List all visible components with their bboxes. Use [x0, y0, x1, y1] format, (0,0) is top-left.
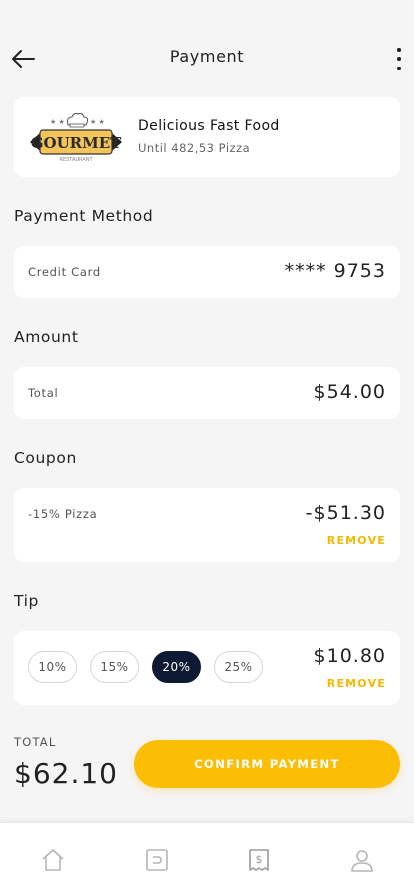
- restaurant-card[interactable]: ★ ★ ★ ★ GOURMET RESTAURANT Delicious Fas…: [14, 97, 400, 177]
- page-title: Payment: [169, 47, 245, 66]
- more-options-button[interactable]: [394, 46, 404, 72]
- more-dot: [397, 48, 401, 52]
- home-icon[interactable]: [40, 847, 66, 873]
- payment-method-heading: Payment Method: [14, 207, 154, 225]
- confirm-payment-button[interactable]: CONFIRM PAYMENT: [134, 740, 400, 788]
- coupon-card: -15% Pizza -$51.30 REMOVE: [14, 488, 400, 562]
- amount-value: $54.00: [313, 381, 386, 403]
- amount-row-label: Total: [28, 386, 59, 400]
- more-dot: [397, 66, 401, 70]
- tip-option-15[interactable]: 15%: [90, 651, 139, 683]
- profile-icon[interactable]: [349, 847, 375, 873]
- coupon-heading: Coupon: [14, 449, 77, 467]
- logo-subtext: RESTAURANT: [59, 157, 93, 163]
- svg-text:★ ★: ★ ★: [90, 118, 105, 126]
- card-number: **** 9753: [284, 260, 386, 282]
- tip-heading: Tip: [14, 592, 39, 610]
- logo-text: GOURMET: [31, 134, 122, 152]
- tab-bar: $: [0, 822, 414, 896]
- receipt-icon[interactable]: $: [246, 847, 272, 873]
- coupon-remove-button[interactable]: REMOVE: [327, 534, 386, 547]
- restaurant-subtitle: Until 482,53 Pizza: [138, 141, 251, 155]
- tip-card: 10% 15% 20% 25% $10.80 REMOVE: [14, 631, 400, 705]
- tip-remove-button[interactable]: REMOVE: [327, 677, 386, 690]
- payment-type-label: Credit Card: [28, 265, 101, 279]
- payment-method-card[interactable]: Credit Card **** 9753: [14, 246, 400, 298]
- coupon-row-label: -15% Pizza: [28, 507, 98, 521]
- tip-option-20[interactable]: 20%: [152, 651, 201, 683]
- amount-card: Total $54.00: [14, 367, 400, 419]
- total-value: $62.10: [14, 757, 118, 790]
- restaurant-logo: ★ ★ ★ ★ GOURMET RESTAURANT: [28, 109, 124, 165]
- more-dot: [397, 57, 401, 61]
- wallet-icon[interactable]: [144, 847, 170, 873]
- coupon-value: -$51.30: [305, 502, 386, 524]
- tip-option-25[interactable]: 25%: [214, 651, 263, 683]
- svg-text:$: $: [256, 853, 263, 866]
- tip-option-10[interactable]: 10%: [28, 651, 77, 683]
- tip-value: $10.80: [313, 645, 386, 667]
- svg-text:★ ★: ★ ★: [50, 118, 65, 126]
- amount-heading: Amount: [14, 328, 79, 346]
- restaurant-name: Delicious Fast Food: [138, 118, 280, 134]
- total-label: TOTAL: [14, 735, 57, 749]
